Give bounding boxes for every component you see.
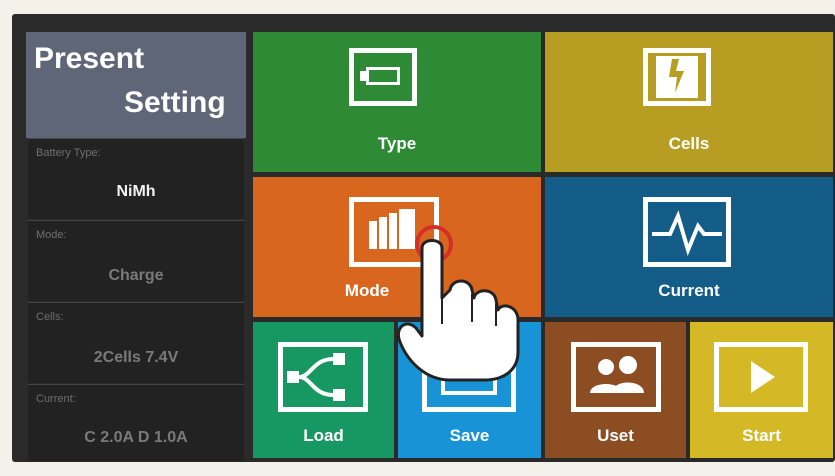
panel-title-line2: Setting — [124, 86, 226, 119]
battery-type-value: NiMh — [116, 183, 156, 200]
uset-label: Uset — [597, 426, 634, 445]
play-icon — [714, 342, 808, 412]
cells-tile[interactable]: Cells — [545, 32, 833, 172]
panel-header: Present Setting — [26, 32, 246, 138]
waveform-icon — [643, 197, 731, 267]
cells-value: 2Cells 7.4V — [93, 349, 179, 366]
cells-label: Cells — [668, 134, 710, 153]
lightning-icon — [643, 48, 711, 106]
start-label: Start — [742, 426, 781, 445]
battery-type-field: Battery Type: NiMh — [28, 138, 244, 219]
mode-label: Mode: — [36, 229, 67, 241]
type-label: Type — [377, 134, 417, 153]
current-label: Current: — [36, 393, 76, 405]
battery-type-label: Battery Type: — [36, 147, 101, 159]
load-label: Load — [303, 426, 344, 445]
current-tile[interactable]: Current — [545, 177, 833, 317]
current-value: C 2.0A D 1.0A — [84, 429, 188, 446]
present-setting-panel: Present Setting Battery Type: NiMh Mode:… — [26, 32, 246, 461]
network-icon — [278, 342, 368, 412]
save-label: Save — [449, 426, 490, 445]
start-tile[interactable]: Start — [690, 322, 833, 458]
battery-icon — [349, 48, 417, 106]
users-icon — [571, 342, 661, 412]
current-label: Current — [658, 281, 720, 300]
cells-field: Cells: 2Cells 7.4V — [28, 302, 244, 383]
hand-pointer-icon — [386, 214, 536, 384]
type-tile[interactable]: Type — [253, 32, 541, 172]
cells-label: Cells: — [36, 311, 64, 323]
load-tile[interactable]: Load — [253, 322, 394, 458]
current-field: Current: C 2.0A D 1.0A — [28, 384, 244, 461]
uset-tile[interactable]: Uset — [545, 322, 686, 458]
panel-title-line1: Present — [34, 42, 145, 75]
